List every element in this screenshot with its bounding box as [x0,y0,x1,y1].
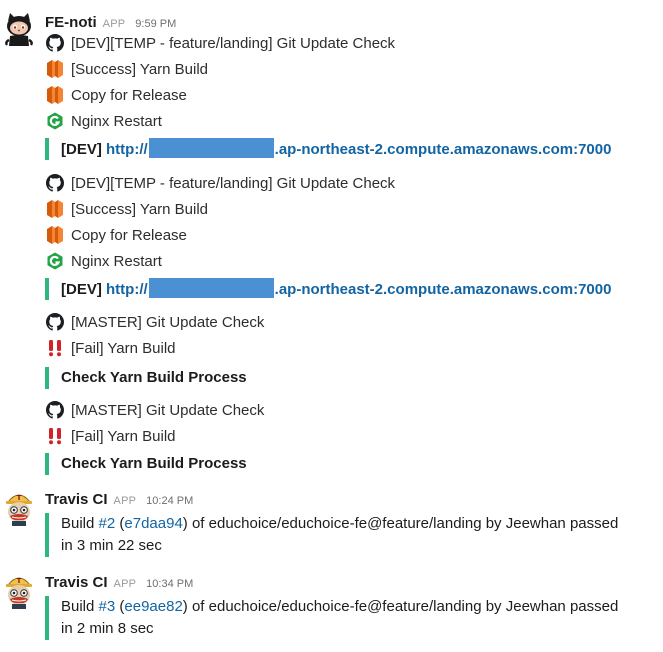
notification-line: [DEV][TEMP - feature/landing] Git Update… [45,32,395,54]
message-header: Travis CI APP 10:24 PM [45,491,193,509]
app-badge: APP [113,578,137,590]
travis-mascot-avatar[interactable]: T [2,490,36,526]
notification-text: [MASTER] Git Update Check [71,401,265,419]
server-url-link[interactable]: http://.ap-northeast-2.compute.amazonaws… [106,278,611,298]
aws-icon [45,199,65,219]
github-icon [45,312,65,332]
double-exclamation-icon [45,338,65,358]
svg-text:T: T [17,577,22,585]
env-label: [DEV] [61,141,102,158]
github-octocat-avatar[interactable] [2,12,36,48]
notification-line: [DEV][TEMP - feature/landing] Git Update… [45,172,395,194]
notification-line: Nginx Restart [45,110,162,132]
message-header: FE-noti APP 9:59 PM [45,14,176,32]
app-badge: APP [102,18,126,30]
notification-text: [DEV][TEMP - feature/landing] Git Update… [71,34,396,52]
aws-icon [45,59,65,79]
aws-icon [45,85,65,105]
redacted-host [148,138,274,158]
build-number-link[interactable]: #2 [99,515,116,532]
notification-text: Nginx Restart [71,112,162,130]
attachment-block: Check Yarn Build Process [45,367,247,389]
timestamp[interactable]: 10:24 PM [146,495,193,507]
app-badge: APP [113,495,137,507]
attachment-text: Check Yarn Build Process [61,369,247,386]
notification-line: Copy for Release [45,84,187,106]
double-exclamation-icon [45,426,65,446]
sender-name[interactable]: FE-noti [45,14,97,31]
aws-icon [45,225,65,245]
build-number-link[interactable]: #3 [99,598,116,615]
notification-line: [Success] Yarn Build [45,58,208,80]
sender-name[interactable]: Travis CI [45,574,108,591]
server-url-link[interactable]: http://.ap-northeast-2.compute.amazonaws… [106,138,611,158]
notification-text: [Success] Yarn Build [71,200,209,218]
notification-text: [MASTER] Git Update Check [71,313,265,331]
build-status-attachment: Build #2 (e7daa94) of educhoice/educhoic… [45,513,631,557]
notification-line: Copy for Release [45,224,187,246]
attachment-block: Check Yarn Build Process [45,453,247,475]
redacted-host [148,278,274,298]
notification-line: [MASTER] Git Update Check [45,311,264,333]
notification-text: [Fail] Yarn Build [71,339,176,357]
github-icon [45,33,65,53]
github-icon [45,173,65,193]
attachment-text: Check Yarn Build Process [61,455,247,472]
build-status-text: Build #2 (e7daa94) of educhoice/educhoic… [61,515,619,554]
notification-line: [Fail] Yarn Build [45,425,176,447]
commit-hash-link[interactable]: ee9ae82 [124,598,182,615]
commit-hash-link[interactable]: e7daa94 [124,515,182,532]
notification-line: [Fail] Yarn Build [45,337,176,359]
nginx-icon [45,111,65,131]
notification-text: [Fail] Yarn Build [71,427,176,445]
notification-text: [Success] Yarn Build [71,60,209,78]
travis-mascot-avatar[interactable]: T [2,573,36,609]
attachment-block: [DEV] http://.ap-northeast-2.compute.ama… [45,278,611,300]
github-icon [45,400,65,420]
notification-text: [DEV][TEMP - feature/landing] Git Update… [71,174,396,192]
sender-name[interactable]: Travis CI [45,491,108,508]
notification-line: [MASTER] Git Update Check [45,399,264,421]
build-status-attachment: Build #3 (ee9ae82) of educhoice/educhoic… [45,596,631,640]
notification-line: [Success] Yarn Build [45,198,208,220]
attachment-block: [DEV] http://.ap-northeast-2.compute.ama… [45,138,611,160]
build-status-text: Build #3 (ee9ae82) of educhoice/educhoic… [61,598,619,637]
message-header: Travis CI APP 10:34 PM [45,574,193,592]
nginx-icon [45,251,65,271]
env-label: [DEV] [61,281,102,298]
notification-line: Nginx Restart [45,250,162,272]
notification-text: Copy for Release [71,226,187,244]
notification-text: Copy for Release [71,86,187,104]
timestamp[interactable]: 10:34 PM [146,578,193,590]
notification-text: Nginx Restart [71,252,162,270]
timestamp[interactable]: 9:59 PM [135,18,176,30]
svg-text:T: T [17,494,22,502]
